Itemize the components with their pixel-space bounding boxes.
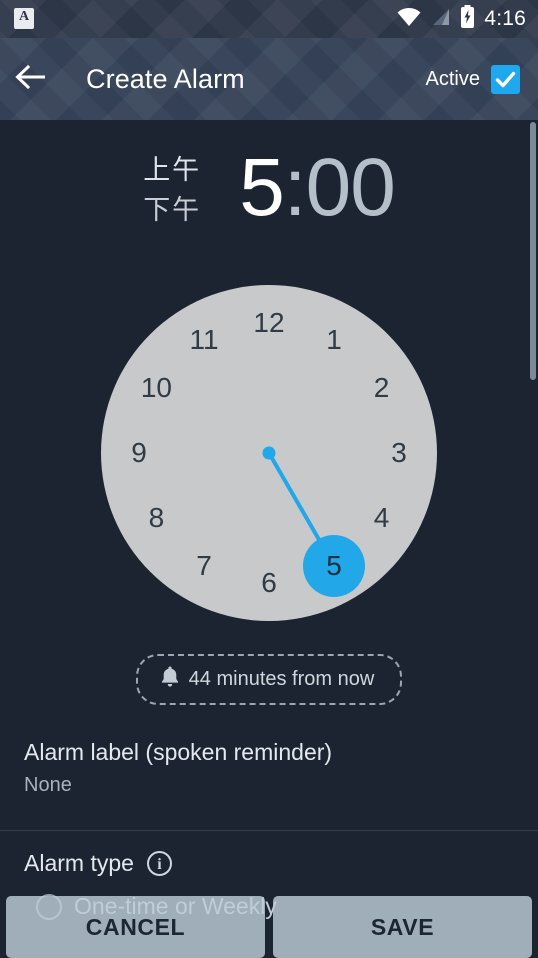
dial-number-6[interactable]: 6 [246,563,292,603]
alarm-label-value: None [24,774,72,796]
time-until-row: 44 minutes from now [0,654,538,705]
dial-number-3[interactable]: 3 [376,433,422,473]
dial-number-2[interactable]: 2 [359,368,405,408]
status-bar: A 4:16 [0,0,538,38]
status-bar-clock: 4:16 [484,7,526,30]
dial-number-9[interactable]: 9 [116,433,162,473]
dial-number-12[interactable]: 12 [246,303,292,343]
dial-number-11[interactable]: 11 [181,320,227,360]
ampm-selector[interactable]: 上午 下午 [143,150,201,230]
dial-number-1[interactable]: 1 [311,320,357,360]
cancel-button[interactable]: CANCEL [6,896,265,958]
time-display: 上午 下午 5:00 [0,142,538,234]
app-bar: Create Alarm Active [0,38,538,120]
wifi-icon [396,7,422,32]
dial-number-5[interactable]: 5 [311,546,357,586]
dial-number-7[interactable]: 7 [181,546,227,586]
page-title: Create Alarm [86,63,245,94]
vertical-scrollbar[interactable] [530,122,536,380]
alarm-form-content: 上午 下午 5:00 12 1 2 3 4 5 6 7 8 9 10 11 44… [0,120,538,958]
active-checkbox[interactable] [491,64,520,94]
active-label: Active [425,67,480,90]
pm-option[interactable]: 下午 [143,190,201,230]
create-alarm-screen: A 4:16 Create Alarm Active 上午 下午 5:00 12… [0,0,538,958]
time-colon: : [283,142,307,233]
alarm-type-header: Alarm type i [24,847,514,879]
time-until-chip[interactable]: 44 minutes from now [135,654,403,705]
status-bar-notifications: A [14,8,34,29]
am-option[interactable]: 上午 [143,150,201,190]
battery-charging-icon [460,5,475,33]
dialog-button-bar: CANCEL SAVE [0,896,538,958]
clock-dial-wrapper: 12 1 2 3 4 5 6 7 8 9 10 11 [0,285,538,625]
dial-number-10[interactable]: 10 [133,368,179,408]
minute-value[interactable]: 00 [306,142,396,233]
section-divider [0,830,538,831]
save-button[interactable]: SAVE [273,896,532,958]
app-letter-a-icon: A [14,8,34,29]
info-icon[interactable]: i [146,850,172,876]
time-until-text: 44 minutes from now [188,667,375,690]
back-arrow-icon [15,64,47,95]
clock-dial[interactable]: 12 1 2 3 4 5 6 7 8 9 10 11 [101,285,437,621]
status-bar-indicators: 4:16 [396,0,526,38]
dial-number-8[interactable]: 8 [133,498,179,538]
alarm-label-row[interactable]: Alarm label (spoken reminder) None [0,736,538,800]
alarm-label-title: Alarm label (spoken reminder) [24,739,333,765]
back-button[interactable] [0,38,62,120]
cell-signal-icon [431,7,451,32]
time-value: 5:00 [239,142,396,234]
dial-number-4[interactable]: 4 [359,498,405,538]
hour-value[interactable]: 5 [239,142,285,233]
alarm-type-title: Alarm type [24,850,134,876]
bell-icon [160,665,180,693]
active-toggle-group[interactable]: Active [426,38,520,120]
